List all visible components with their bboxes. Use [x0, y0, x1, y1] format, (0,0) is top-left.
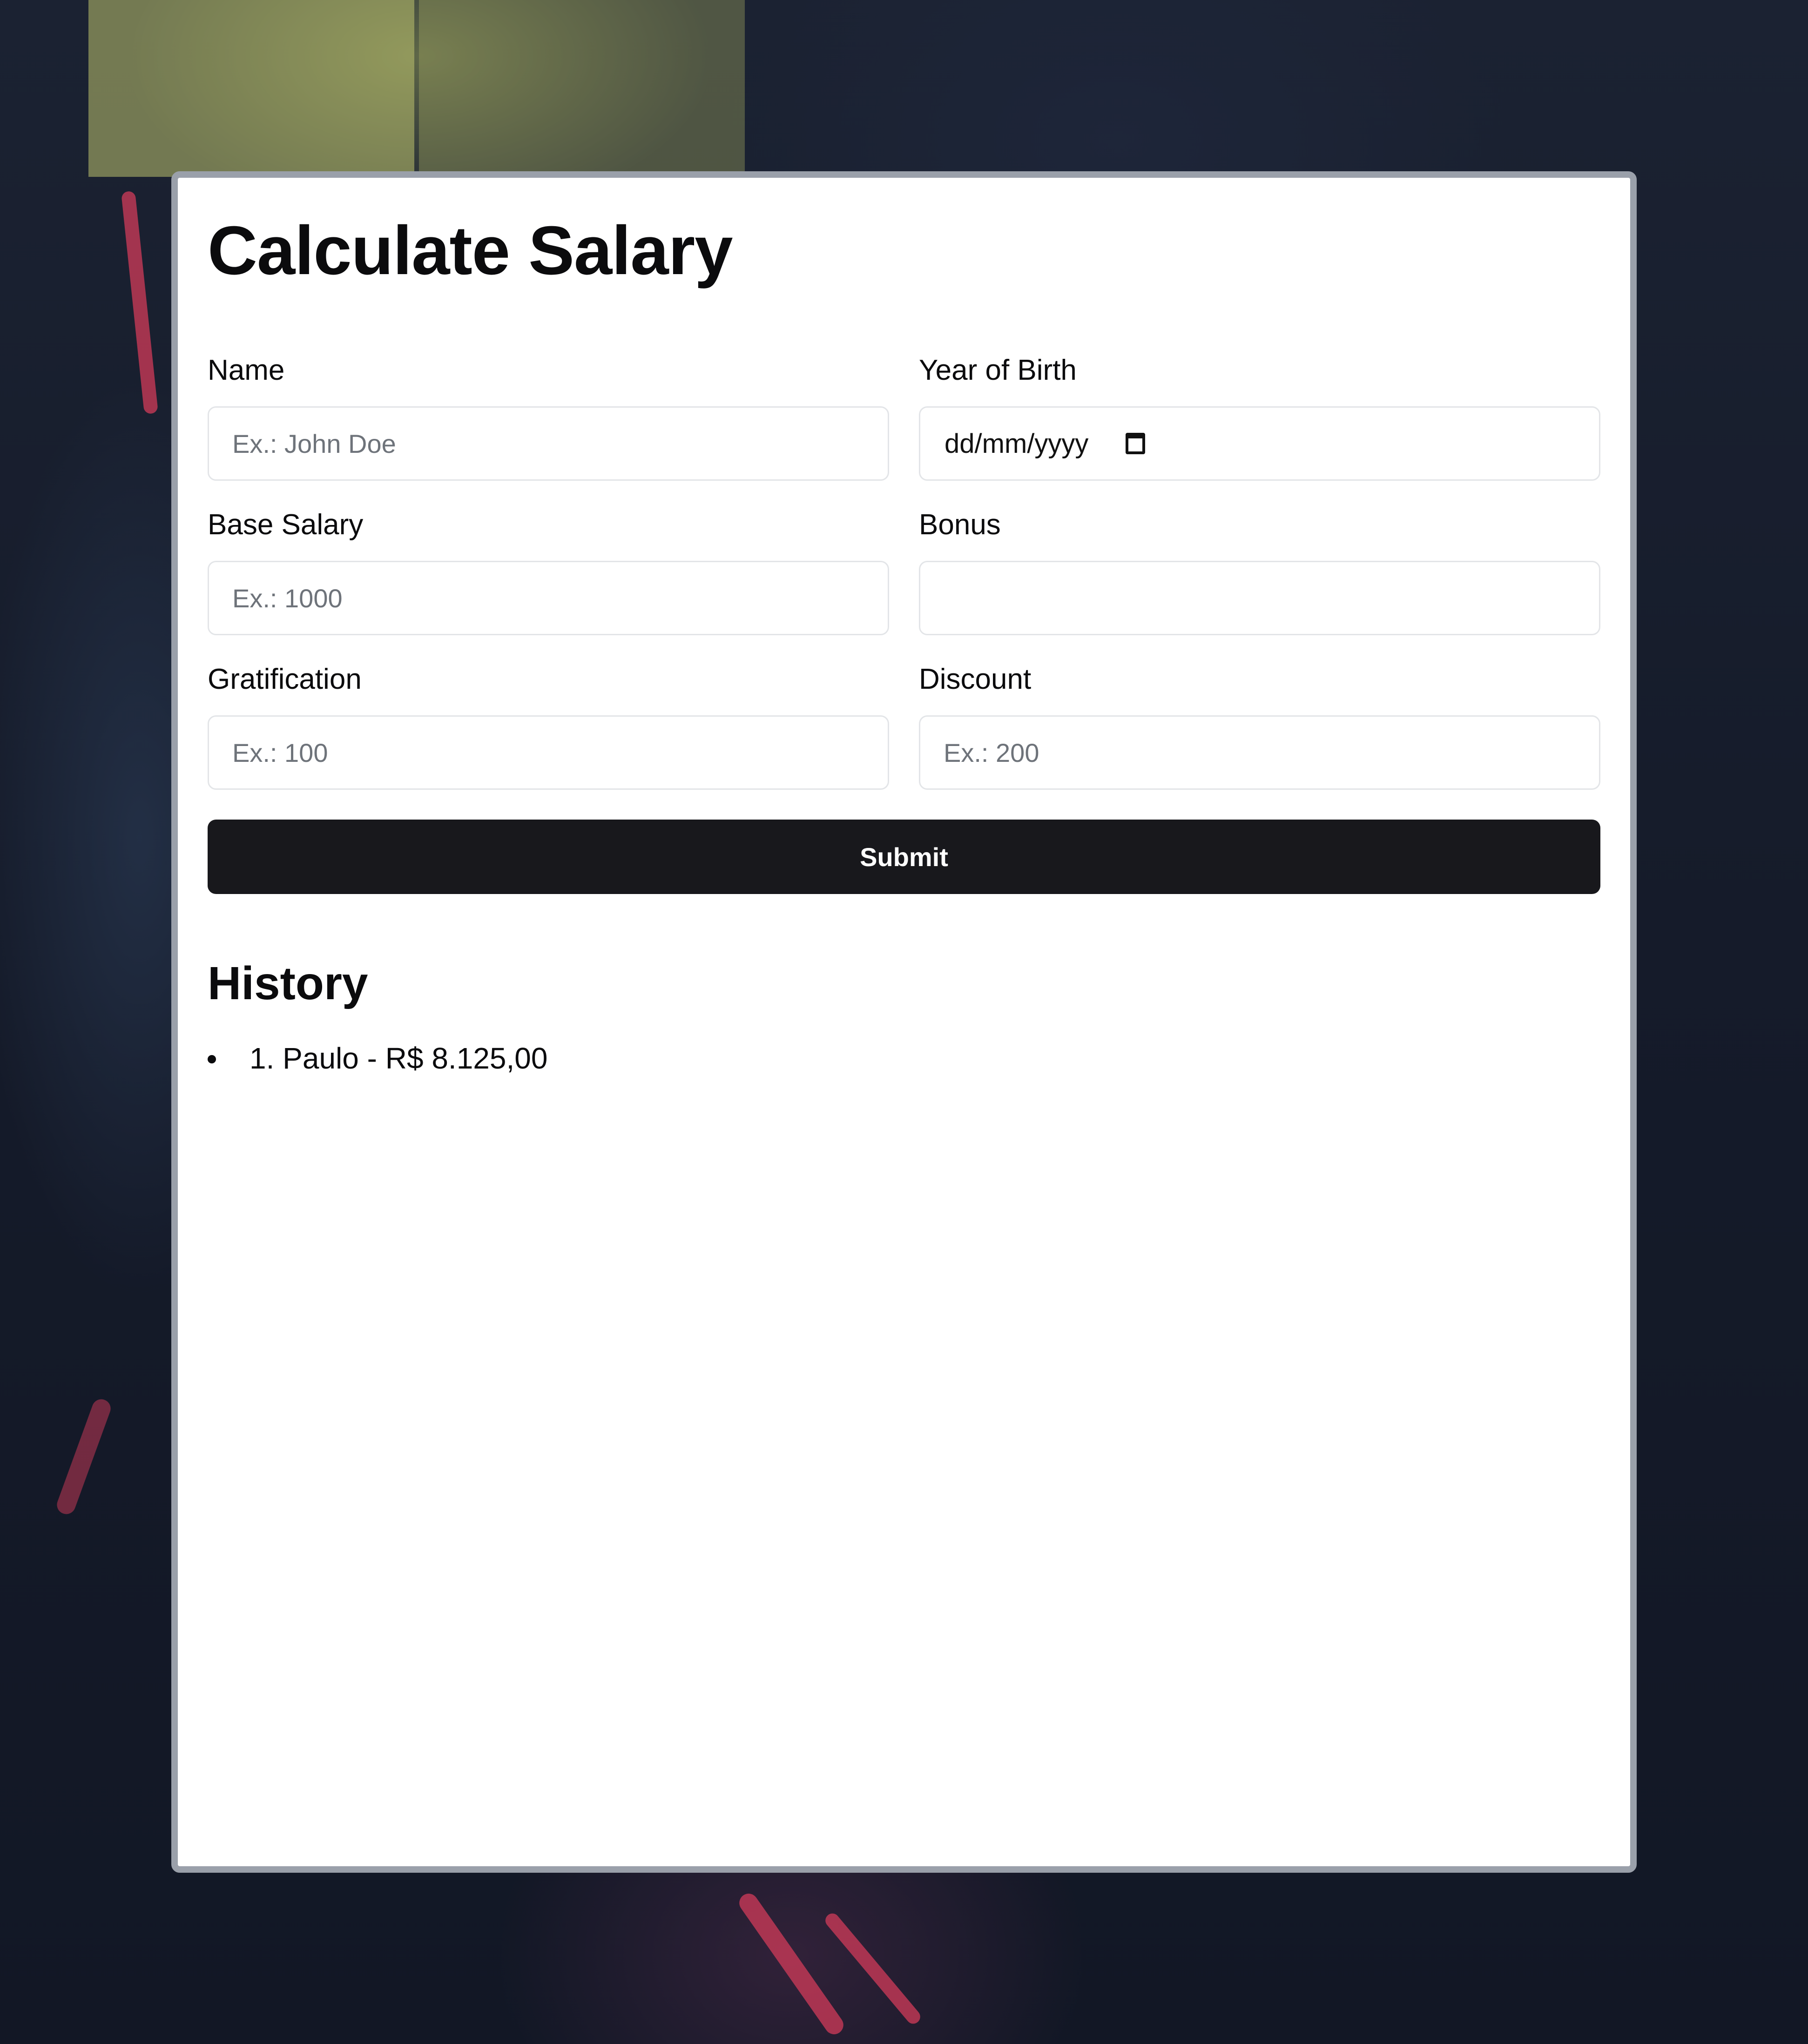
year-of-birth-input[interactable]: dd/mm/yyyy	[919, 406, 1600, 481]
bonus-input[interactable]	[919, 561, 1600, 635]
discount-field-group: Discount	[919, 665, 1600, 790]
gratification-label: Gratification	[208, 663, 362, 695]
card-content: Calculate Salary Name Year of Birth dd/m…	[208, 208, 1600, 1078]
bonus-label: Bonus	[919, 509, 1001, 541]
history-title: History	[208, 957, 368, 1009]
discount-input[interactable]	[919, 715, 1600, 790]
year-of-birth-field-group: Year of Birth dd/mm/yyyy	[919, 356, 1600, 481]
name-label: Name	[208, 354, 285, 386]
base-salary-label: Base Salary	[208, 509, 364, 541]
date-placeholder: dd/mm/yyyy	[944, 428, 1089, 459]
base-salary-field-group: Base Salary	[208, 511, 889, 635]
base-salary-input[interactable]	[208, 561, 889, 635]
gratification-field-group: Gratification	[208, 665, 889, 790]
calendar-icon[interactable]	[1126, 433, 1146, 454]
discount-label: Discount	[919, 663, 1032, 695]
submit-button[interactable]: Submit	[208, 820, 1600, 894]
gratification-input[interactable]	[208, 715, 889, 790]
year-of-birth-label: Year of Birth	[919, 354, 1077, 386]
salary-form: Name Year of Birth dd/mm/yyyy Base Salar…	[208, 356, 1600, 790]
history-item: 1. Paulo - R$ 8.125,00	[208, 1039, 1600, 1078]
salary-card: Calculate Salary Name Year of Birth dd/m…	[171, 171, 1637, 1873]
page-title: Calculate Salary	[208, 212, 733, 289]
bonus-field-group: Bonus	[919, 511, 1600, 635]
name-input[interactable]	[208, 406, 889, 481]
name-field-group: Name	[208, 356, 889, 481]
history-list: 1. Paulo - R$ 8.125,00	[208, 1039, 1600, 1078]
